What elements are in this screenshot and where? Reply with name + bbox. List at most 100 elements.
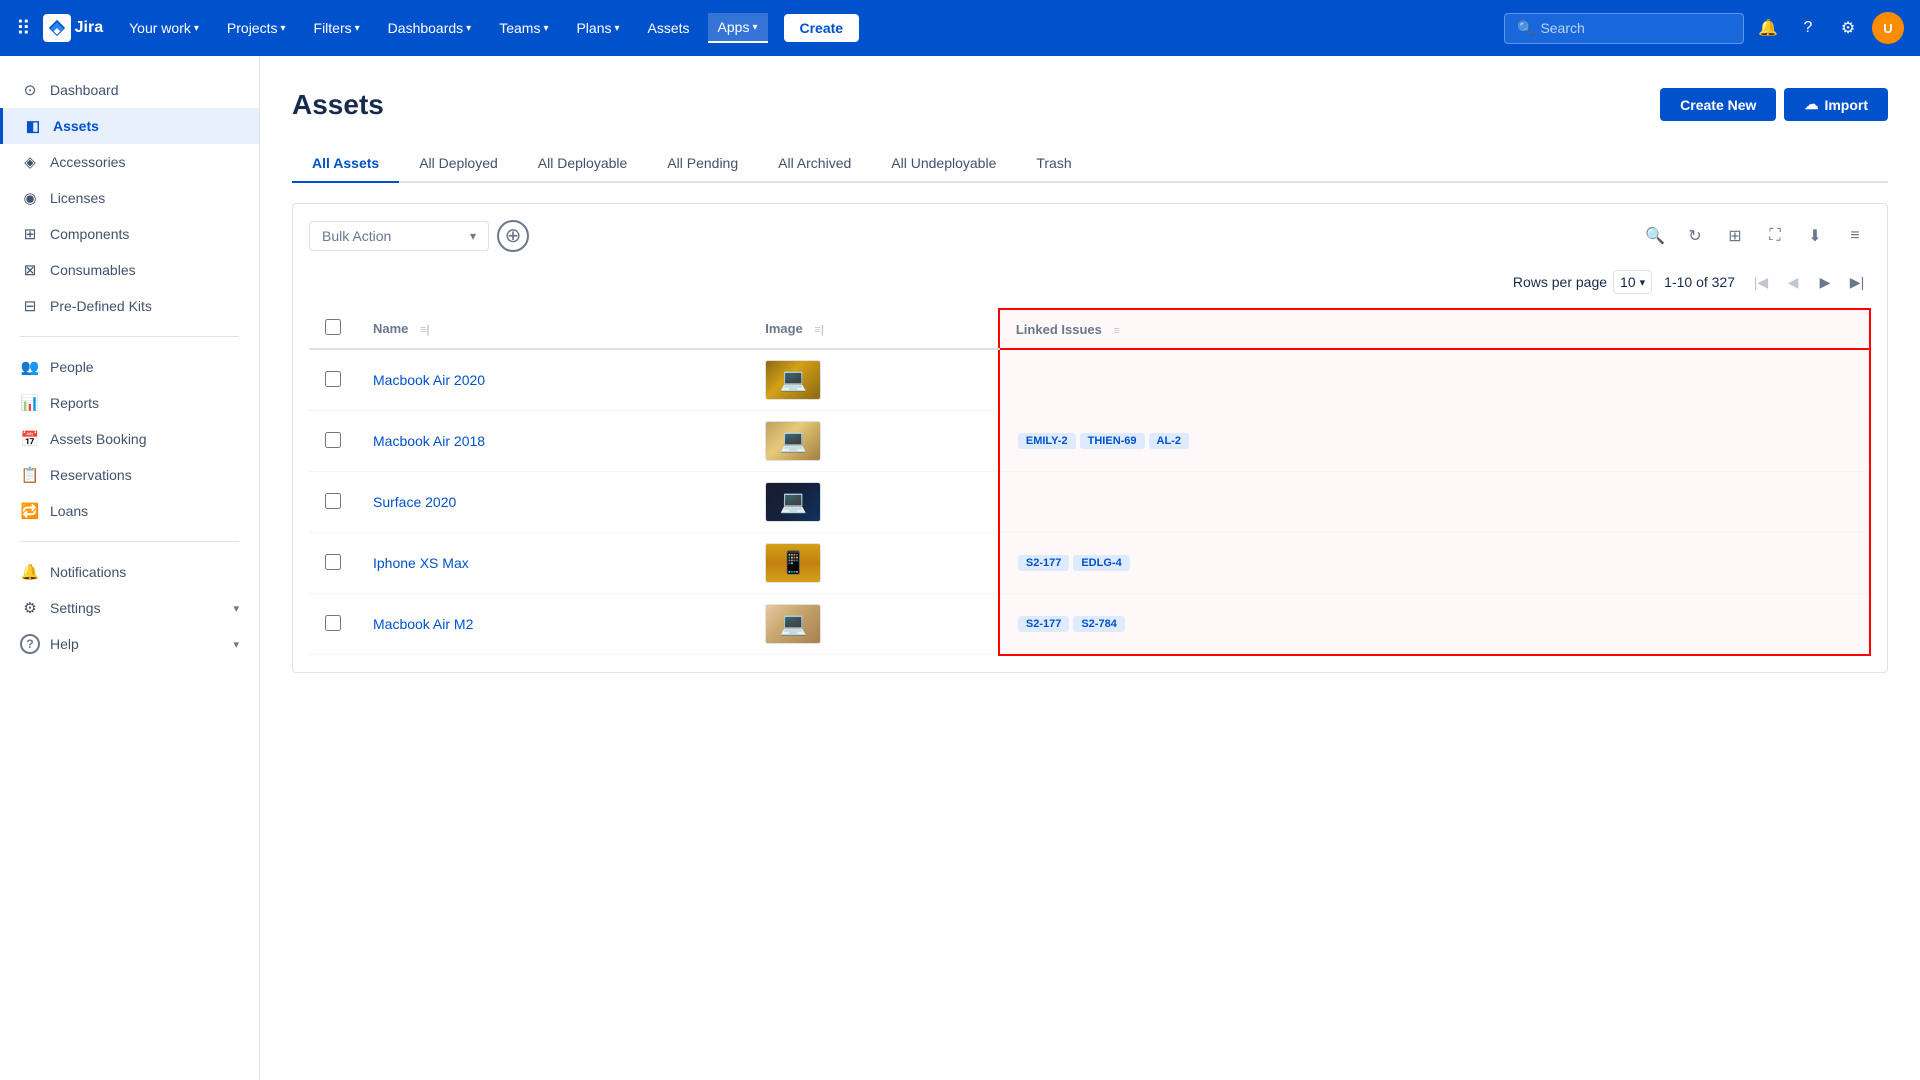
nav-teams[interactable]: Teams ▾	[489, 14, 558, 42]
nav-dashboards[interactable]: Dashboards ▾	[378, 14, 482, 42]
settings-icon[interactable]: ⚙	[1832, 12, 1864, 44]
sidebar-item-reports[interactable]: 📊 Reports	[0, 385, 259, 421]
avatar[interactable]: U	[1872, 12, 1904, 44]
reservations-icon: 📋	[20, 465, 40, 485]
row-checkbox[interactable]	[325, 432, 341, 448]
select-all-header	[309, 309, 357, 349]
rows-per-page-value: 10	[1620, 274, 1636, 290]
issue-tag[interactable]: THIEN-69	[1080, 433, 1145, 449]
issue-tag[interactable]: S2-177	[1018, 555, 1069, 571]
asset-name-link[interactable]: Iphone XS Max	[373, 555, 469, 571]
search-box[interactable]: 🔍 Search	[1504, 13, 1744, 44]
grid-view-icon[interactable]: ⊞	[1719, 220, 1751, 252]
table-body: Macbook Air 2020 💻 Macbook Air 2018 💻 EMILY-…	[309, 349, 1870, 655]
nav-projects[interactable]: Projects ▾	[217, 14, 296, 42]
column-drag-handle[interactable]: ≡|	[814, 324, 824, 336]
last-page-button[interactable]: ▶|	[1843, 268, 1871, 296]
sidebar-item-label: Help	[50, 636, 79, 652]
asset-name-link[interactable]: Macbook Air 2018	[373, 433, 485, 449]
column-drag-handle[interactable]: ≡	[1113, 325, 1119, 337]
asset-image: 💻	[765, 421, 821, 461]
sidebar-item-label: Assets Booking	[50, 431, 147, 447]
tab-all-pending[interactable]: All Pending	[647, 145, 758, 183]
asset-image: 💻	[765, 360, 821, 400]
nav-apps[interactable]: Apps ▾	[708, 13, 768, 43]
nav-plans[interactable]: Plans ▾	[566, 14, 629, 42]
table-row: Iphone XS Max📱S2-177EDLG-4	[309, 533, 1870, 594]
notifications-icon[interactable]: 🔔	[1752, 12, 1784, 44]
sidebar-item-notifications[interactable]: 🔔 Notifications	[0, 554, 259, 590]
column-drag-handle[interactable]: ≡|	[420, 324, 430, 336]
sidebar-item-help[interactable]: ? Help ▾	[0, 626, 259, 662]
create-button[interactable]: Create	[784, 14, 860, 42]
bulk-action-dropdown[interactable]: Bulk Action ▾	[309, 221, 489, 251]
sidebar-item-assets-booking[interactable]: 📅 Assets Booking	[0, 421, 259, 457]
prev-page-button[interactable]: ◀	[1779, 268, 1807, 296]
nav-your-work[interactable]: Your work ▾	[119, 14, 209, 42]
filter-icon[interactable]: ≡	[1839, 220, 1871, 252]
sidebar-item-accessories[interactable]: ◈ Accessories	[0, 144, 259, 180]
issue-tag[interactable]: S2-784	[1073, 616, 1124, 632]
sidebar-item-label: Licenses	[50, 190, 105, 206]
select-all-checkbox[interactable]	[325, 319, 341, 335]
chevron-down-icon: ▾	[615, 23, 620, 34]
chevron-down-icon: ▾	[194, 23, 199, 34]
download-icon[interactable]: ⬇	[1799, 220, 1831, 252]
create-new-button[interactable]: Create New	[1660, 88, 1776, 121]
apps-grid-icon[interactable]: ⠿	[16, 16, 31, 41]
help-icon[interactable]: ?	[1792, 12, 1824, 44]
nav-assets[interactable]: Assets	[638, 14, 700, 42]
sidebar-item-reservations[interactable]: 📋 Reservations	[0, 457, 259, 493]
issue-tag[interactable]: S2-177	[1018, 616, 1069, 632]
first-page-button[interactable]: |◀	[1747, 268, 1775, 296]
refresh-icon[interactable]: ↻	[1679, 220, 1711, 252]
tab-all-deployable[interactable]: All Deployable	[518, 145, 648, 183]
table-row: Surface 2020💻	[309, 472, 1870, 533]
sidebar-item-assets[interactable]: ◧ Assets	[0, 108, 259, 144]
add-filter-button[interactable]: ⊕	[497, 220, 529, 252]
asset-name-link[interactable]: Surface 2020	[373, 494, 456, 510]
sidebar-item-components[interactable]: ⊞ Components	[0, 216, 259, 252]
import-button[interactable]: ☁ Import	[1784, 88, 1888, 121]
jira-logo-icon	[43, 14, 71, 42]
tab-all-archived[interactable]: All Archived	[758, 145, 871, 183]
issue-tag[interactable]: EMILY-2	[1018, 433, 1076, 449]
tab-all-undeployable[interactable]: All Undeployable	[871, 145, 1016, 183]
tab-trash[interactable]: Trash	[1016, 145, 1091, 183]
linked-issues-cell: EMILY-2THIEN-69AL-2	[999, 411, 1870, 472]
tab-all-assets[interactable]: All Assets	[292, 145, 399, 183]
jira-logo[interactable]: Jira	[43, 14, 103, 42]
row-checkbox[interactable]	[325, 371, 341, 387]
asset-name-link[interactable]: Macbook Air M2	[373, 616, 473, 632]
chevron-down-icon: ▾	[280, 23, 285, 34]
fullscreen-icon[interactable]: ⛶	[1759, 220, 1791, 252]
chevron-down-icon: ▾	[233, 602, 239, 615]
sidebar-item-people[interactable]: 👥 People	[0, 349, 259, 385]
asset-name-link[interactable]: Macbook Air 2020	[373, 372, 485, 388]
sidebar-item-label: Reservations	[50, 467, 132, 483]
next-page-button[interactable]: ▶	[1811, 268, 1839, 296]
sidebar-item-licenses[interactable]: ◉ Licenses	[0, 180, 259, 216]
sidebar: ⊙ Dashboard ◧ Assets ◈ Accessories ◉ Lic…	[0, 56, 260, 1080]
row-checkbox[interactable]	[325, 493, 341, 509]
row-checkbox[interactable]	[325, 554, 341, 570]
search-table-icon[interactable]: 🔍	[1639, 220, 1671, 252]
bulk-action-label: Bulk Action	[322, 228, 391, 244]
sidebar-item-predefined-kits[interactable]: ⊟ Pre-Defined Kits	[0, 288, 259, 324]
linked-issues-cell: S2-177S2-784	[999, 594, 1870, 655]
sidebar-item-settings[interactable]: ⚙ Settings ▾	[0, 590, 259, 626]
issue-tag[interactable]: EDLG-4	[1073, 555, 1129, 571]
assets-table: Name ≡| Image ≡| Linked Issues ≡	[309, 308, 1871, 656]
tab-all-deployed[interactable]: All Deployed	[399, 145, 518, 183]
search-icon: 🔍	[1517, 20, 1534, 37]
sidebar-item-dashboard[interactable]: ⊙ Dashboard	[0, 72, 259, 108]
rows-per-page-select[interactable]: 10 ▾	[1613, 270, 1652, 294]
issue-tag[interactable]: AL-2	[1149, 433, 1189, 449]
row-checkbox[interactable]	[325, 615, 341, 631]
sidebar-item-consumables[interactable]: ⊠ Consumables	[0, 252, 259, 288]
toolbar: Bulk Action ▾ ⊕ 🔍 ↻ ⊞ ⛶ ⬇ ≡	[309, 220, 1871, 252]
nav-filters[interactable]: Filters ▾	[304, 14, 370, 42]
assets-table-wrapper: Name ≡| Image ≡| Linked Issues ≡	[309, 308, 1871, 656]
image-column-header: Image ≡|	[749, 309, 999, 349]
sidebar-item-loans[interactable]: 🔁 Loans	[0, 493, 259, 529]
